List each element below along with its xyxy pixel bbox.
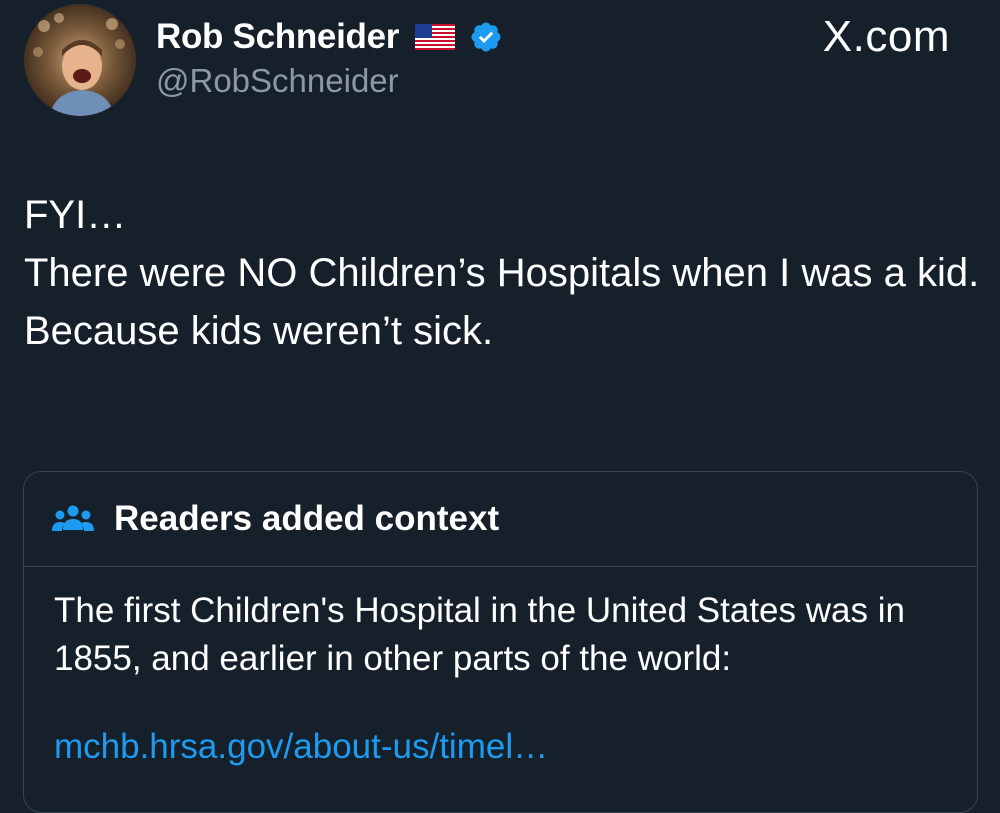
- people-icon: [52, 503, 94, 535]
- verified-badge-icon: [469, 20, 503, 54]
- author-name-row: Rob Schneider: [156, 12, 503, 62]
- author-display-name[interactable]: Rob Schneider: [156, 17, 399, 57]
- author-handle[interactable]: @RobSchneider: [156, 62, 399, 100]
- community-note-body: The first Children's Hospital in the Uni…: [24, 567, 977, 771]
- community-note-card: Readers added context The first Children…: [23, 471, 978, 813]
- community-note-header: Readers added context: [24, 472, 977, 567]
- community-note-link[interactable]: mchb.hrsa.gov/about-us/timel…: [54, 723, 949, 771]
- community-note-title: Readers added context: [114, 499, 500, 538]
- tweet-line: There were NO Children’s Hospitals when …: [24, 251, 980, 295]
- tweet-line: FYI…: [24, 193, 127, 237]
- us-flag-icon: [415, 24, 456, 50]
- brand-watermark: X.com: [822, 12, 950, 61]
- tweet-text: FYI… There were NO Children’s Hospitals …: [24, 186, 984, 360]
- community-note-text: The first Children's Hospital in the Uni…: [54, 591, 905, 678]
- tweet-line: Because kids weren’t sick.: [24, 309, 494, 353]
- avatar[interactable]: [24, 4, 136, 116]
